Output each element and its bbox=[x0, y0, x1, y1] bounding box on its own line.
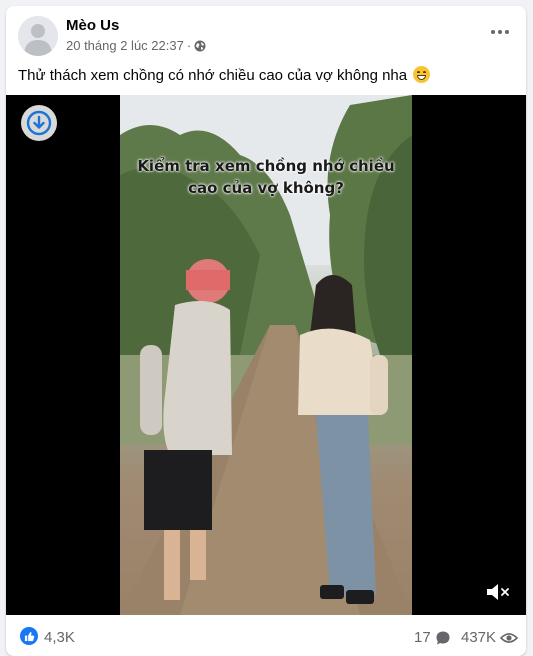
video-frame[interactable]: Kiểm tra xem chồng nhớ chiều cao của vợ … bbox=[120, 95, 412, 615]
like-count[interactable]: 4,3K bbox=[44, 629, 75, 646]
post-header: Mèo Us 20 tháng 2 lúc 22:37 · bbox=[6, 6, 526, 64]
more-dot bbox=[498, 30, 502, 34]
video-player[interactable]: Kiểm tra xem chồng nhớ chiều cao của vợ … bbox=[6, 95, 526, 615]
post-timestamp[interactable]: 20 tháng 2 lúc 22:37 bbox=[66, 38, 184, 53]
view-count-group: 437K bbox=[461, 629, 519, 646]
post-stats: 4,3K 17 437K bbox=[6, 619, 526, 655]
post-caption: Thử thách xem chồng có nhớ chiều cao của… bbox=[18, 66, 514, 86]
download-icon bbox=[26, 110, 52, 136]
like-icon[interactable] bbox=[20, 627, 38, 645]
comment-count: 17 bbox=[414, 629, 431, 646]
globe-icon[interactable] bbox=[194, 40, 206, 52]
author-avatar[interactable] bbox=[18, 16, 58, 56]
post-meta: 20 tháng 2 lúc 22:37 · bbox=[66, 38, 206, 53]
eye-icon bbox=[500, 632, 519, 643]
overlay-line-1: Kiểm tra xem chồng nhớ chiều bbox=[137, 157, 395, 175]
grinning-face-emoji bbox=[413, 66, 431, 83]
comment-count-link[interactable]: 17 bbox=[414, 629, 451, 646]
author-name[interactable]: Mèo Us bbox=[66, 17, 119, 34]
meta-separator: · bbox=[186, 38, 192, 53]
video-overlay-caption: Kiểm tra xem chồng nhớ chiều cao của vợ … bbox=[120, 155, 412, 199]
more-options-button[interactable] bbox=[488, 24, 512, 40]
more-dot bbox=[505, 30, 509, 34]
download-button[interactable] bbox=[21, 105, 57, 141]
caption-text: Thử thách xem chồng có nhớ chiều cao của… bbox=[18, 67, 408, 84]
post-card: Mèo Us 20 tháng 2 lúc 22:37 · Thử thách … bbox=[6, 6, 526, 656]
thumbs-up-icon bbox=[24, 631, 34, 641]
view-count: 437K bbox=[461, 629, 497, 646]
comment-icon bbox=[436, 631, 450, 644]
default-avatar-icon bbox=[18, 16, 58, 56]
overlay-line-2: cao của vợ không? bbox=[188, 179, 344, 197]
mute-button[interactable] bbox=[484, 581, 512, 603]
speaker-muted-icon bbox=[487, 584, 509, 600]
more-horizontal-icon bbox=[491, 30, 495, 34]
